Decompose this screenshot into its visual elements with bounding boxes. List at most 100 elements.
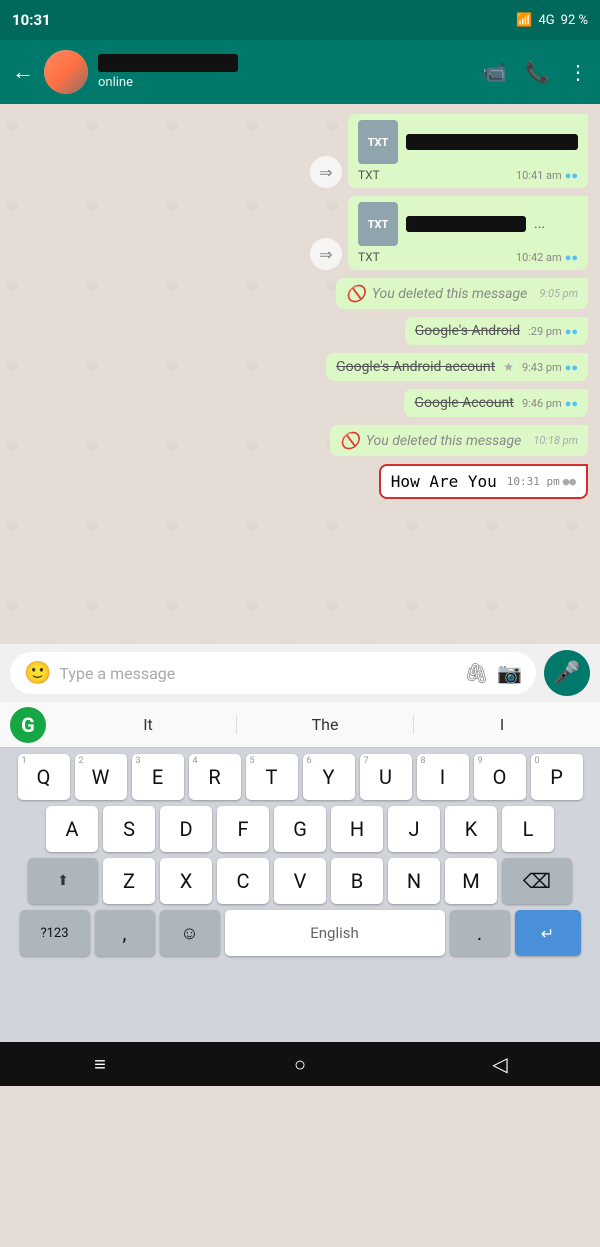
- chat-bubble[interactable]: Google's Android account ★ 9:43 pm ●●: [326, 353, 588, 381]
- voice-call-icon[interactable]: 📞: [525, 60, 550, 84]
- key-e[interactable]: 3E: [132, 754, 184, 800]
- key-s[interactable]: S: [103, 806, 155, 852]
- enter-key[interactable]: ↵: [515, 910, 581, 956]
- key-i[interactable]: 8I: [417, 754, 469, 800]
- message-row: Google's Android :29 pm ●●: [12, 317, 588, 345]
- message-row: ⇒ TXT ... TXT 10:42 am ●●: [12, 196, 588, 270]
- key-j[interactable]: J: [388, 806, 440, 852]
- suggestion-it[interactable]: It: [60, 715, 237, 734]
- key-p[interactable]: 0P: [531, 754, 583, 800]
- key-g[interactable]: G: [274, 806, 326, 852]
- message-input-area: 🙂 Type a message 🖇 📷 🎤: [0, 644, 600, 702]
- key-x[interactable]: X: [160, 858, 212, 904]
- key-m[interactable]: M: [445, 858, 497, 904]
- spacebar[interactable]: English: [225, 910, 445, 956]
- video-call-icon[interactable]: 📹: [482, 60, 507, 84]
- deleted-icon: 🚫: [346, 284, 366, 303]
- back-button[interactable]: ←: [12, 59, 34, 85]
- bottom-nav: ≡ ○ ◁: [0, 1042, 600, 1086]
- message-row: ⇒ TXT TXT 10:41 am ●●: [12, 114, 588, 188]
- key-f[interactable]: F: [217, 806, 269, 852]
- contact-info: online: [98, 54, 472, 90]
- message-time: 10:41 am ●●: [516, 169, 578, 182]
- chat-bubble[interactable]: TXT TXT 10:41 am ●●: [348, 114, 588, 188]
- read-ticks: ●●: [565, 251, 578, 264]
- signal-icon: 📶: [516, 13, 532, 28]
- input-box[interactable]: 🙂 Type a message 🖇 📷: [10, 652, 536, 694]
- message-time: 10:42 am ●●: [516, 251, 578, 264]
- menu-button[interactable]: ≡: [0, 1052, 200, 1077]
- key-q[interactable]: 1Q: [18, 754, 70, 800]
- message-row: 🚫 You deleted this message 9:05 pm: [12, 278, 588, 309]
- symbols-key[interactable]: ?123: [20, 910, 90, 956]
- avatar[interactable]: [44, 50, 88, 94]
- key-o[interactable]: 9O: [474, 754, 526, 800]
- message-row: Google's Android account ★ 9:43 pm ●●: [12, 353, 588, 381]
- message-time: :29 pm ●●: [528, 325, 578, 338]
- file-label: TXT: [358, 250, 380, 264]
- keyboard-row-4: ?123 , ☺ English . ↵: [4, 910, 596, 956]
- shift-key[interactable]: ⬆: [28, 858, 98, 904]
- back-button-nav[interactable]: ◁: [400, 1052, 600, 1076]
- deleted-message-bubble: 🚫 You deleted this message 9:05 pm: [336, 278, 588, 309]
- key-b[interactable]: B: [331, 858, 383, 904]
- keyboard-row-3: ⬆ Z X C V B N M ⌫: [4, 858, 596, 904]
- network-type: 4G: [538, 13, 554, 28]
- menu-icon[interactable]: ⋮: [568, 60, 588, 84]
- period-key[interactable]: .: [450, 910, 510, 956]
- message-row: 🚫 You deleted this message 10:18 pm: [12, 425, 588, 456]
- message-text: How Are You: [391, 472, 497, 491]
- key-z[interactable]: Z: [103, 858, 155, 904]
- forward-icon[interactable]: ⇒: [310, 238, 342, 270]
- key-u[interactable]: 7U: [360, 754, 412, 800]
- key-y[interactable]: 6Y: [303, 754, 355, 800]
- key-t[interactable]: 5T: [246, 754, 298, 800]
- message-time: 10:31 pm ●●: [507, 475, 576, 488]
- message-text: Google Account: [414, 395, 513, 411]
- chat-bubble[interactable]: Google Account 9:46 pm ●●: [404, 389, 588, 417]
- key-c[interactable]: C: [217, 858, 269, 904]
- emoji-icon[interactable]: 🙂: [24, 661, 51, 686]
- star-icon: ★: [503, 360, 514, 374]
- keyboard: G It The I 1Q 2W 3E 4R 5T 6Y 7U 8I 9O 0P…: [0, 702, 600, 1042]
- key-v[interactable]: V: [274, 858, 326, 904]
- battery-level: 92 %: [561, 13, 588, 28]
- chat-bubble[interactable]: Google's Android :29 pm ●●: [405, 317, 588, 345]
- comma-key[interactable]: ,: [95, 910, 155, 956]
- chat-bubble[interactable]: TXT ... TXT 10:42 am ●●: [348, 196, 588, 270]
- key-h[interactable]: H: [331, 806, 383, 852]
- key-n[interactable]: N: [388, 858, 440, 904]
- chat-header: ← online 📹 📞 ⋮: [0, 40, 600, 104]
- key-a[interactable]: A: [46, 806, 98, 852]
- key-r[interactable]: 4R: [189, 754, 241, 800]
- key-w[interactable]: 2W: [75, 754, 127, 800]
- suggestion-i[interactable]: I: [414, 715, 590, 734]
- forward-icon[interactable]: ⇒: [310, 156, 342, 188]
- contact-status: online: [98, 75, 472, 90]
- highlighted-message-bubble[interactable]: How Are You 10:31 pm ●●: [379, 464, 588, 499]
- key-d[interactable]: D: [160, 806, 212, 852]
- keyboard-row-2: A S D F G H J K L: [4, 806, 596, 852]
- read-ticks: ●●: [563, 475, 576, 488]
- read-ticks: ●●: [565, 169, 578, 182]
- key-l[interactable]: L: [502, 806, 554, 852]
- status-time: 10:31: [12, 11, 51, 29]
- suggestions-bar: G It The I: [0, 702, 600, 748]
- grammarly-icon[interactable]: G: [10, 707, 46, 743]
- mic-icon: 🎤: [553, 661, 580, 686]
- suggestion-the[interactable]: The: [237, 715, 414, 734]
- backspace-key[interactable]: ⌫: [502, 858, 572, 904]
- attach-icon[interactable]: 🖇: [464, 661, 489, 685]
- contact-name: [98, 54, 238, 72]
- emoji-keyboard-key[interactable]: ☺: [160, 910, 220, 956]
- message-time: 10:18 pm: [533, 434, 578, 447]
- mic-button[interactable]: 🎤: [544, 650, 590, 696]
- home-button[interactable]: ○: [200, 1052, 400, 1077]
- camera-icon[interactable]: 📷: [497, 661, 522, 685]
- file-label: TXT: [358, 168, 380, 182]
- message-time: 9:05 pm: [539, 287, 578, 300]
- keyboard-row-1: 1Q 2W 3E 4R 5T 6Y 7U 8I 9O 0P: [4, 754, 596, 800]
- key-rows: 1Q 2W 3E 4R 5T 6Y 7U 8I 9O 0P A S D F G …: [0, 748, 600, 1042]
- header-icons: 📹 📞 ⋮: [482, 60, 588, 84]
- key-k[interactable]: K: [445, 806, 497, 852]
